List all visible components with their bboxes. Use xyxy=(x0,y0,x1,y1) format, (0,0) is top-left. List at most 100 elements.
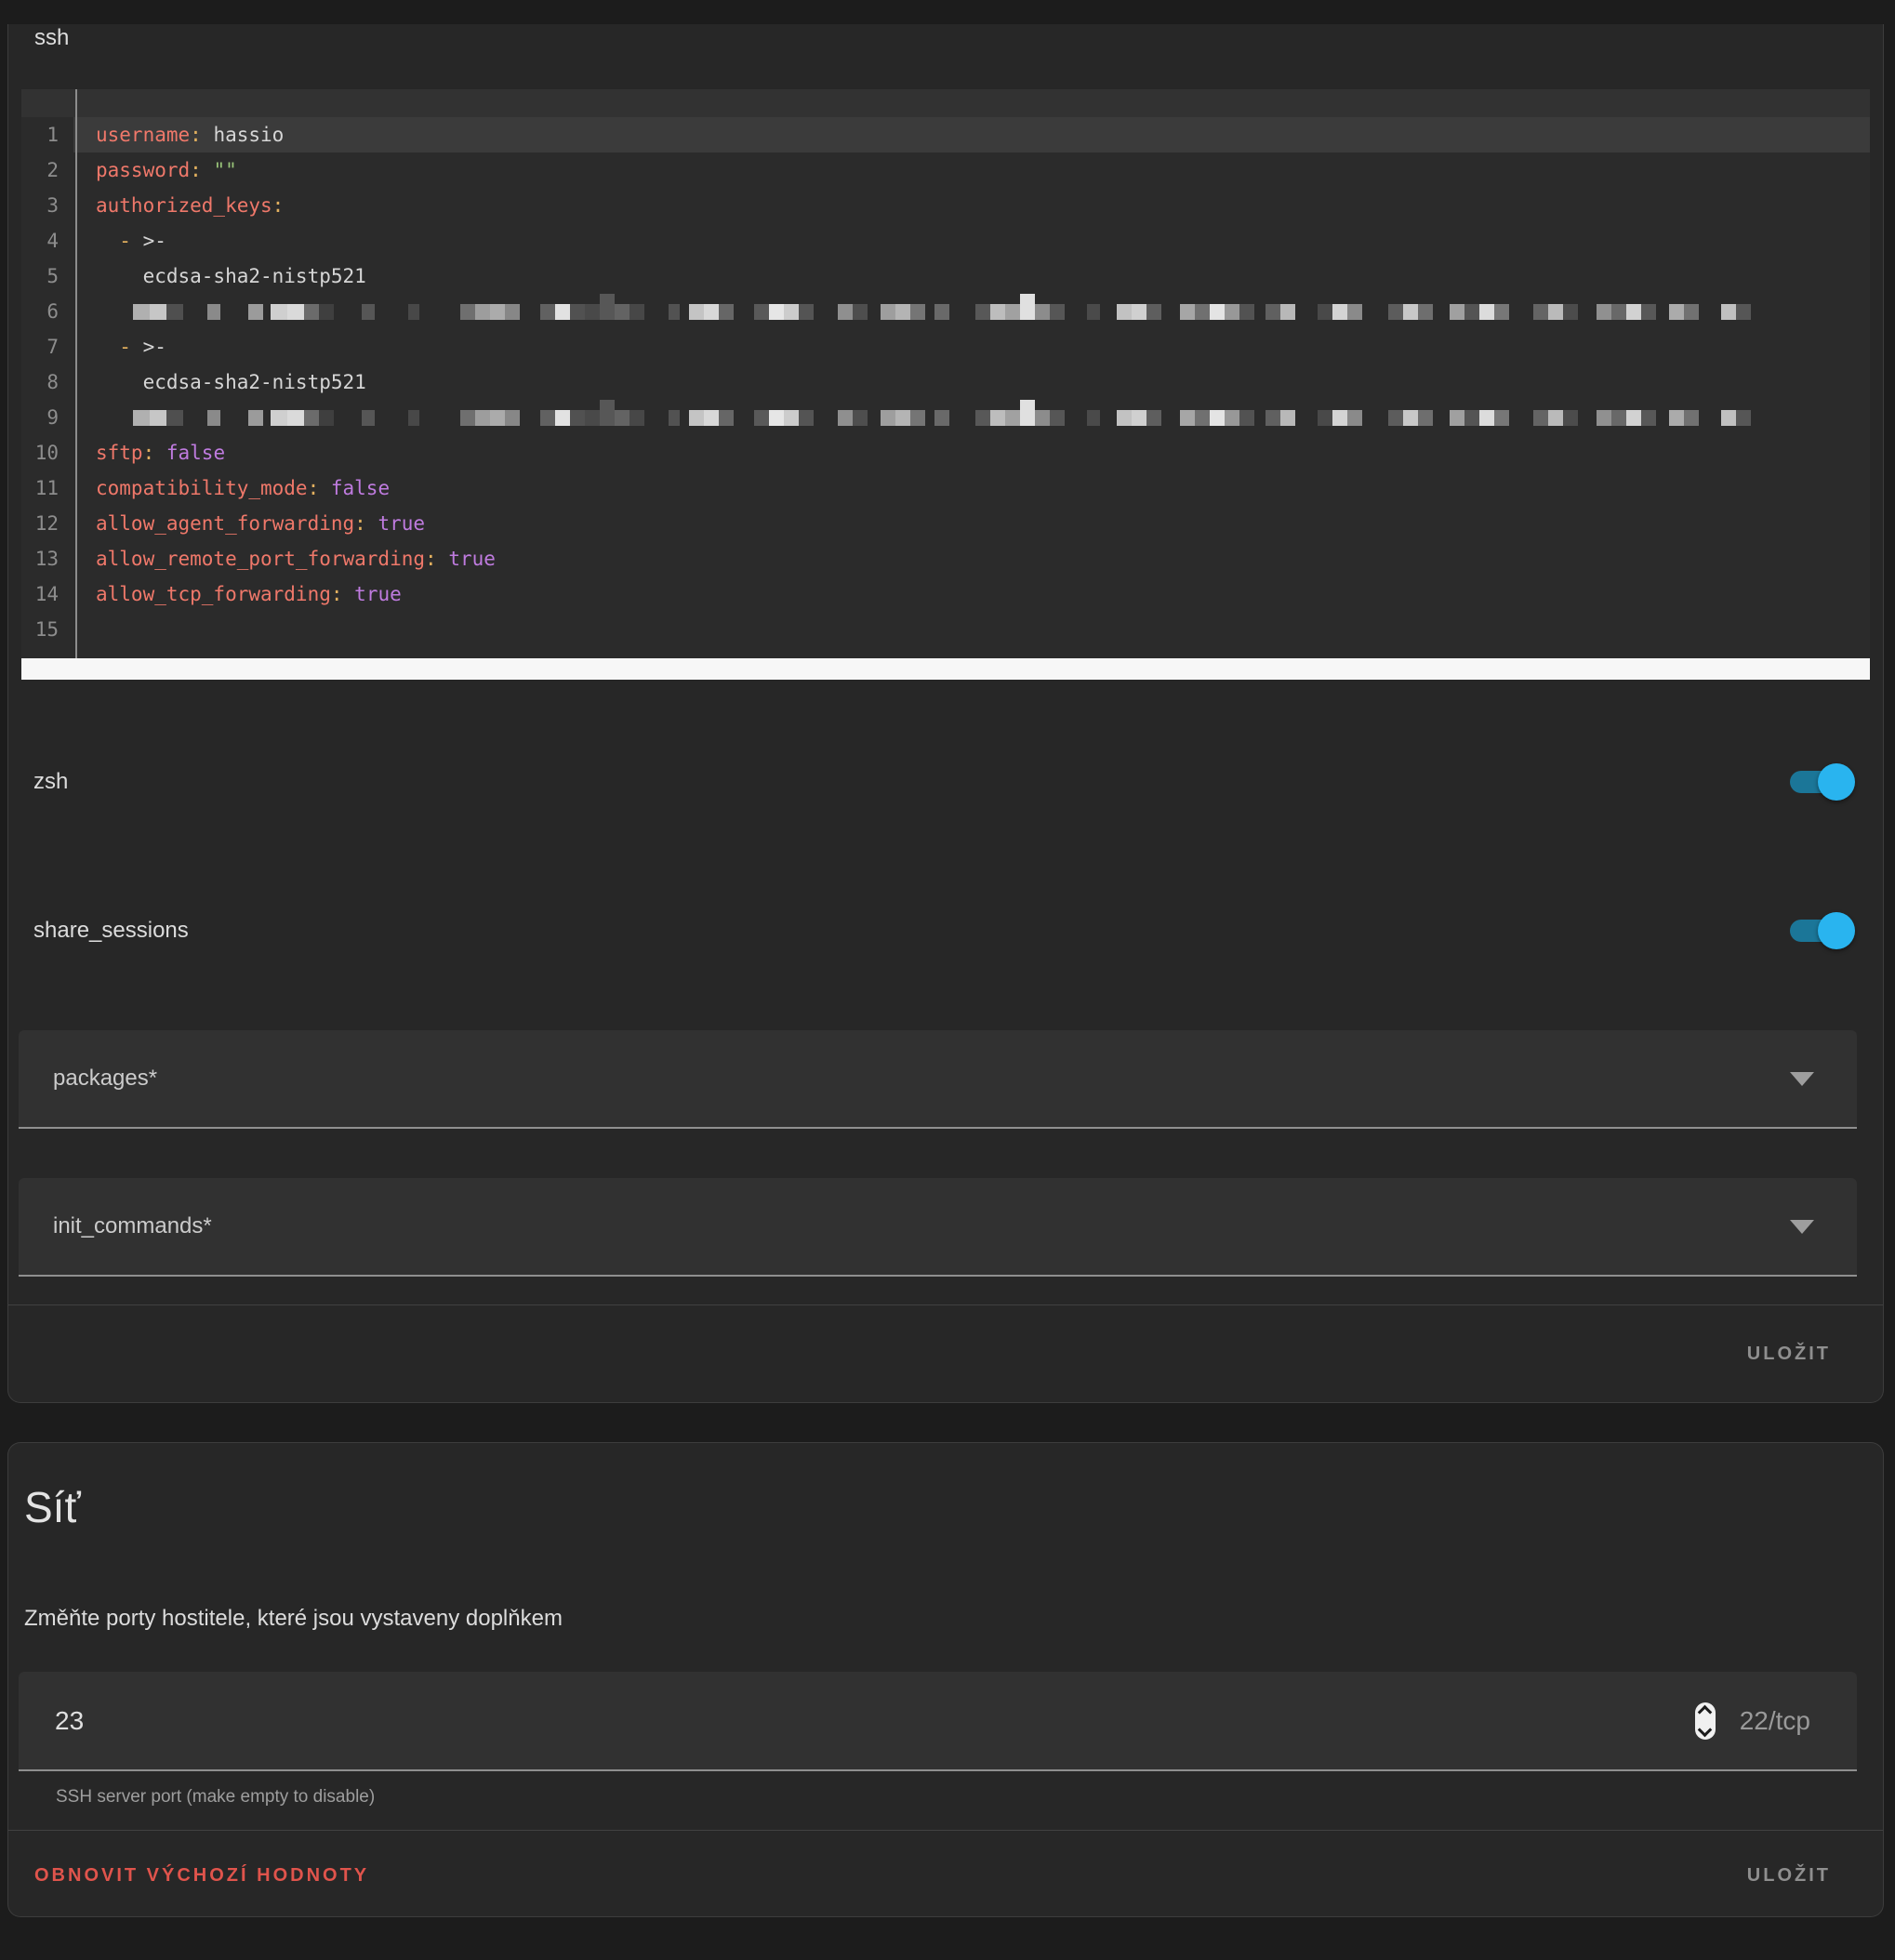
redaction-block xyxy=(754,304,769,320)
code-line: 6 xyxy=(21,294,1870,329)
redaction-block xyxy=(934,410,949,426)
zsh-option-row: zsh xyxy=(33,763,1855,801)
redaction-block xyxy=(460,410,475,426)
save-config-button[interactable]: ULOŽIT xyxy=(1747,1343,1831,1365)
share-sessions-toggle[interactable] xyxy=(1790,912,1855,949)
save-network-button[interactable]: ULOŽIT xyxy=(1747,1864,1831,1887)
redaction-block xyxy=(1087,304,1100,320)
redaction-block xyxy=(1318,304,1332,320)
redaction-block xyxy=(838,304,853,320)
code-text xyxy=(73,612,1870,647)
number-stepper[interactable] xyxy=(1695,1702,1716,1740)
redaction-block xyxy=(949,304,975,320)
code-line: 12allow_agent_forwarding: true xyxy=(21,506,1870,541)
redaction-block xyxy=(1347,304,1362,320)
redaction-block xyxy=(505,410,520,426)
ssh-option-label: ssh xyxy=(34,24,1883,52)
zsh-toggle[interactable] xyxy=(1790,763,1855,801)
redaction-block xyxy=(754,410,769,426)
line-number: 12 xyxy=(21,506,73,541)
redaction-block xyxy=(1280,410,1295,426)
redaction-block xyxy=(680,304,689,320)
init-commands-select[interactable]: init_commands* xyxy=(19,1178,1857,1277)
redaction-block xyxy=(1669,410,1684,426)
redaction-block xyxy=(207,304,220,320)
redaction-block xyxy=(133,304,150,320)
redaction-block xyxy=(719,410,734,426)
redaction-block xyxy=(910,410,925,426)
redaction-block xyxy=(1132,410,1146,426)
chevron-down-icon xyxy=(1790,1220,1814,1234)
redaction-block xyxy=(1563,410,1578,426)
redaction-block xyxy=(1578,304,1597,320)
redaction-block xyxy=(1195,410,1210,426)
line-number: 5 xyxy=(21,258,73,294)
redaction-block xyxy=(1699,304,1721,320)
ssh-port-input[interactable] xyxy=(53,1705,336,1737)
redaction-block xyxy=(1195,304,1210,320)
redaction-block xyxy=(1050,410,1065,426)
editor-horizontal-scrollbar[interactable] xyxy=(21,658,1870,680)
line-number: 4 xyxy=(21,223,73,258)
line-number: 3 xyxy=(21,188,73,223)
redaction-block xyxy=(555,410,570,426)
line-number: 10 xyxy=(21,435,73,470)
redaction-block xyxy=(1418,410,1433,426)
redaction-block xyxy=(838,410,853,426)
redaction-block xyxy=(868,410,881,426)
redaction-block xyxy=(1533,304,1548,320)
code-line: 4 - >- xyxy=(21,223,1870,258)
yaml-code-editor[interactable]: 1username: hassio2password: ""3authorize… xyxy=(21,89,1870,658)
redaction-block xyxy=(150,304,166,320)
redaction-block xyxy=(1611,304,1626,320)
redaction-block xyxy=(1132,304,1146,320)
redaction-block xyxy=(1225,410,1239,426)
redaction-block xyxy=(1005,304,1020,320)
redaction-block xyxy=(1100,304,1117,320)
reset-defaults-button[interactable]: OBNOVIT VÝCHOZÍ HODNOTY xyxy=(34,1864,369,1887)
redaction-block xyxy=(166,410,183,426)
redaction-block xyxy=(1578,410,1597,426)
code-line: 2password: "" xyxy=(21,152,1870,188)
redaction-block xyxy=(1005,410,1020,426)
line-number: 14 xyxy=(21,576,73,612)
network-card-title: Síť xyxy=(8,1443,1883,1532)
redaction-block xyxy=(669,410,680,426)
packages-select[interactable]: packages* xyxy=(19,1030,1857,1129)
redaction-block xyxy=(868,304,881,320)
redaction-block xyxy=(490,304,505,320)
redaction-block xyxy=(1548,304,1563,320)
redaction-block xyxy=(1464,410,1479,426)
redaction-block xyxy=(1225,304,1239,320)
redaction-block xyxy=(1433,410,1450,426)
redaction-block xyxy=(1146,410,1161,426)
redaction-block xyxy=(220,410,248,426)
redaction-block xyxy=(881,410,895,426)
redaction-block xyxy=(1736,304,1751,320)
ssh-port-field[interactable]: 22/tcp xyxy=(19,1672,1857,1771)
redaction-block xyxy=(1656,410,1669,426)
redaction-block xyxy=(1721,410,1736,426)
redaction-block xyxy=(1117,410,1132,426)
redaction-block xyxy=(689,304,704,320)
redaction-block xyxy=(895,304,910,320)
code-line: 5 ecdsa-sha2-nistp521 xyxy=(21,258,1870,294)
redaction-block xyxy=(287,410,304,426)
redaction-block xyxy=(615,304,629,320)
redaction-block xyxy=(910,304,925,320)
redaction-block xyxy=(96,410,133,426)
redaction-block xyxy=(540,304,555,320)
redaction-block xyxy=(1509,304,1533,320)
redaction-block xyxy=(520,304,540,320)
code-line: 11compatibility_mode: false xyxy=(21,470,1870,506)
redaction-block xyxy=(1254,304,1266,320)
redaction-block xyxy=(1479,304,1494,320)
redaction-block xyxy=(1020,400,1035,426)
redaction-block xyxy=(949,410,975,426)
code-line: 13allow_remote_port_forwarding: true xyxy=(21,541,1870,576)
code-text: allow_tcp_forwarding: true xyxy=(73,576,1870,612)
redaction-block xyxy=(734,410,754,426)
redaction-block xyxy=(689,410,704,426)
redaction-block xyxy=(895,410,910,426)
redaction-block xyxy=(1295,304,1318,320)
